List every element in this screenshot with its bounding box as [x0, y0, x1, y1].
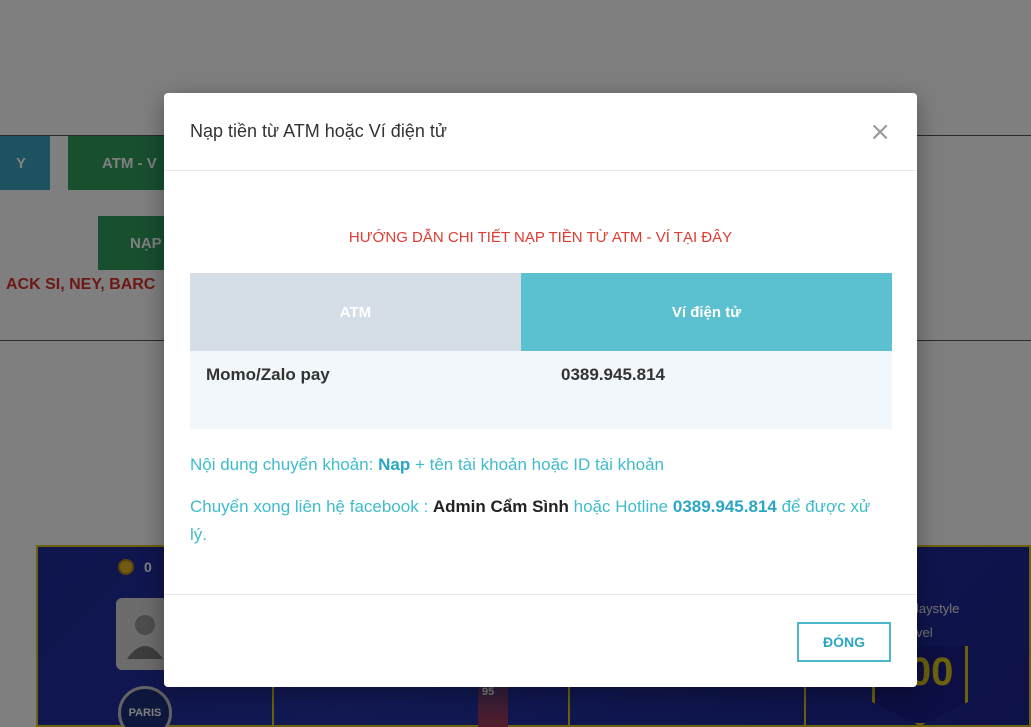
transfer-content-rest: + tên tài khoản hoặc ID tài khoản [410, 455, 664, 474]
payment-number-cell: 0389.945.814 [521, 351, 892, 429]
payment-method-cell: Momo/Zalo pay [190, 351, 521, 429]
contact-note: Chuyển xong liên hệ facebook : Admin Cẩm… [190, 493, 891, 549]
payment-table: ATM Ví điện tử Momo/Zalo pay 0389.945.81… [190, 273, 892, 429]
modal-header: Nạp tiền từ ATM hoặc Ví điện tử × [164, 93, 917, 171]
tab-atm[interactable]: ATM [190, 273, 521, 351]
transfer-content-note: Nội dung chuyển khoản: Nap + tên tài kho… [190, 451, 891, 479]
contact-middle: hoặc Hotline [568, 497, 673, 516]
hotline-number: 0389.945.814 [672, 497, 777, 516]
table-header-row: ATM Ví điện tử [190, 273, 892, 351]
modal-footer: ĐÓNG [164, 594, 917, 687]
transfer-keyword: Nap [378, 455, 411, 474]
close-icon[interactable]: × [869, 119, 891, 145]
guide-link[interactable]: HƯỚNG DẪN CHI TIẾT NẠP TIỀN TỪ ATM - VÍ … [190, 229, 891, 246]
transfer-content-label: Nội dung chuyển khoản: [190, 455, 379, 474]
modal-body: HƯỚNG DẪN CHI TIẾT NẠP TIỀN TỪ ATM - VÍ … [164, 229, 917, 549]
close-button[interactable]: ĐÓNG [797, 622, 891, 662]
contact-label: Chuyển xong liên hệ facebook : [190, 497, 433, 516]
table-row: Momo/Zalo pay 0389.945.814 [190, 351, 892, 429]
deposit-modal: Nạp tiền từ ATM hoặc Ví điện tử × HƯỚNG … [164, 93, 917, 687]
tab-e-wallet[interactable]: Ví điện tử [521, 273, 892, 351]
admin-name: Admin Cẩm Sình [432, 497, 569, 516]
modal-title: Nạp tiền từ ATM hoặc Ví điện tử [190, 121, 447, 141]
